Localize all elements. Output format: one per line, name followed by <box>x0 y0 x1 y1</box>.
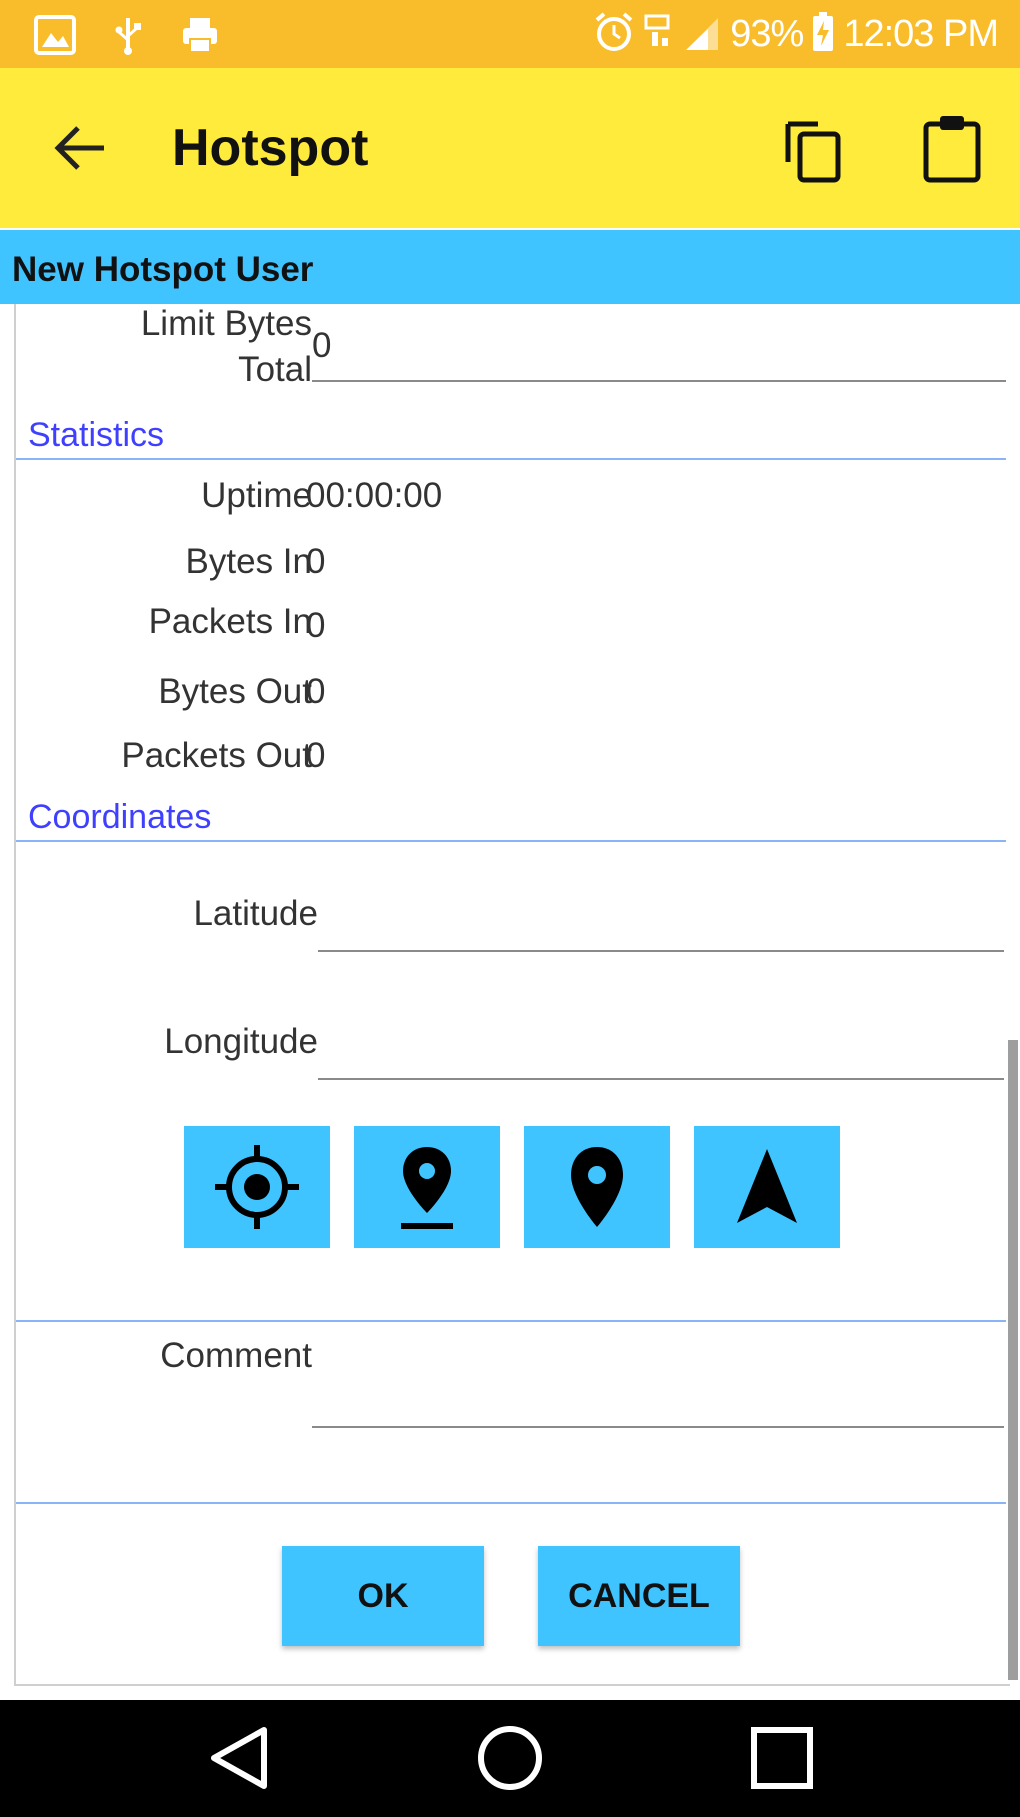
cancel-button[interactable]: CANCEL <box>538 1546 740 1646</box>
back-button[interactable] <box>44 112 116 184</box>
back-triangle-icon <box>211 1727 267 1789</box>
home-circle-icon <box>478 1726 542 1790</box>
paste-button[interactable] <box>916 112 988 184</box>
bytes-out-label: Bytes Out <box>158 672 312 711</box>
packets-out-label: Packets Out <box>121 736 312 775</box>
limit-bytes-total-label-line1: Limit Bytes <box>140 304 312 343</box>
clipboard-icon <box>923 116 981 183</box>
ok-button[interactable]: OK <box>282 1546 484 1646</box>
form-header: New Hotspot User <box>0 230 1020 304</box>
copy-button[interactable] <box>778 112 850 184</box>
bytes-in-value: 0 <box>306 542 326 581</box>
pin-drop-button[interactable] <box>354 1126 500 1248</box>
form-panel: Limit Bytes Total 0 Statistics Uptime 00… <box>14 304 1010 1686</box>
coordinates-divider <box>16 840 1008 842</box>
print-icon <box>180 15 220 60</box>
status-bar: 93% 12:03 PM <box>0 0 1020 68</box>
statistics-divider <box>16 458 1008 460</box>
nav-recents-button[interactable] <box>742 1718 822 1798</box>
packets-in-value: 0 <box>306 606 326 645</box>
coordinates-section-title: Coordinates <box>28 798 212 836</box>
latitude-label: Latitude <box>193 894 318 933</box>
page-title: Hotspot <box>172 119 369 177</box>
nav-home-button[interactable] <box>470 1718 550 1798</box>
recents-square-icon <box>751 1727 813 1789</box>
comment-label: Comment <box>160 1336 312 1375</box>
signal-icon <box>682 12 722 57</box>
uptime-value: 00:00:00 <box>306 476 443 515</box>
place-button[interactable] <box>524 1126 670 1248</box>
longitude-input[interactable] <box>318 1018 1006 1064</box>
place-icon <box>571 1147 623 1227</box>
limit-bytes-total-underline <box>312 380 1008 382</box>
comment-divider <box>16 1320 1008 1322</box>
limit-bytes-total-input[interactable]: 0 <box>312 326 331 366</box>
image-icon <box>34 15 76 60</box>
arrow-back-icon <box>54 126 104 170</box>
navigation-bar <box>0 1700 1020 1817</box>
my-location-icon <box>215 1145 299 1229</box>
packets-out-value: 0 <box>306 736 326 775</box>
statistics-section-title: Statistics <box>28 416 165 454</box>
bytes-in-label: Bytes In <box>185 542 312 581</box>
bytes-out-value: 0 <box>306 672 326 711</box>
comment-underline <box>312 1426 1004 1428</box>
navigation-button[interactable] <box>694 1126 840 1248</box>
latitude-underline <box>318 950 1004 952</box>
app-bar: Hotspot <box>0 68 1020 228</box>
longitude-label: Longitude <box>164 1022 318 1061</box>
uptime-label: Uptime <box>201 476 312 515</box>
form-header-title: New Hotspot User <box>12 250 314 289</box>
longitude-underline <box>318 1078 1004 1080</box>
nav-back-button[interactable] <box>200 1718 280 1798</box>
pin-drop-icon <box>401 1147 453 1229</box>
copy-icon <box>785 121 841 183</box>
battery-percent: 93% <box>730 13 804 55</box>
packets-in-label: Packets In <box>148 602 312 641</box>
clock: 12:03 PM <box>843 13 999 55</box>
scrollbar-thumb[interactable] <box>1008 1040 1018 1680</box>
wifi-calling-icon <box>644 12 674 57</box>
actions-divider <box>16 1502 1008 1504</box>
alarm-icon <box>592 10 636 59</box>
battery-charging-icon <box>811 11 835 58</box>
limit-bytes-total-label-line2: Total <box>238 350 312 389</box>
my-location-button[interactable] <box>184 1126 330 1248</box>
comment-input[interactable] <box>312 1336 1004 1416</box>
latitude-input[interactable] <box>318 890 1006 936</box>
usb-icon <box>114 14 142 61</box>
navigation-icon <box>737 1149 797 1223</box>
